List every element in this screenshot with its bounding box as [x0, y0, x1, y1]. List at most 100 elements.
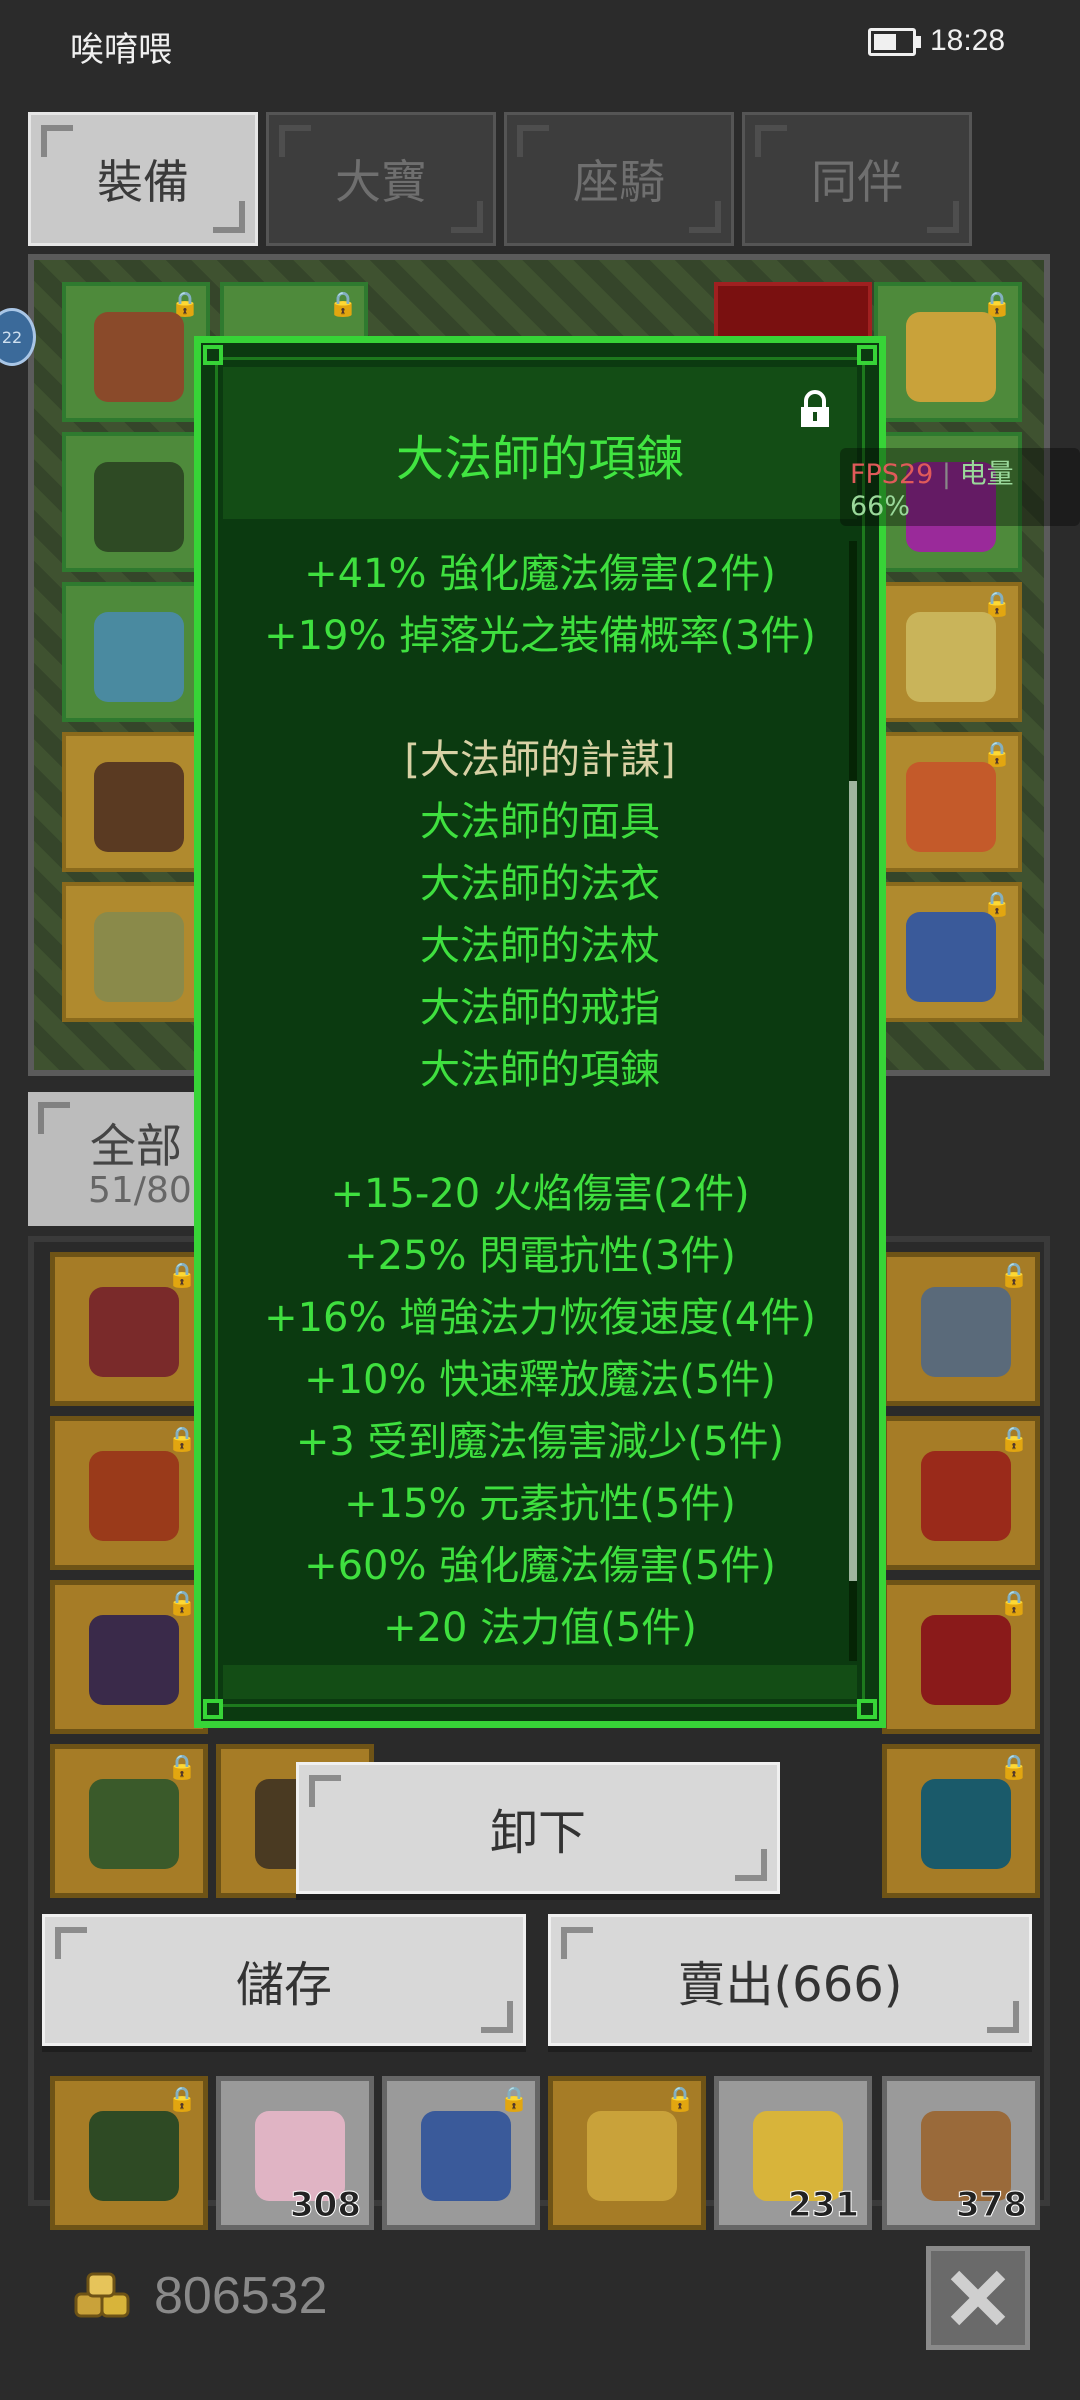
lock-icon: 🔒	[167, 1425, 197, 1453]
lock-icon: 🔒	[167, 2085, 197, 2113]
tooltip-line: +3 受到魔法傷害減少(5件)	[295, 1419, 785, 1465]
tooltip-line: +15% 元素抗性(5件)	[344, 1481, 736, 1527]
tooltip-line: +16% 增強法力恢復速度(4件)	[264, 1295, 816, 1341]
item-count: 308	[290, 2185, 362, 2226]
staff-item-icon	[94, 612, 184, 702]
tab-equipment[interactable]: 裝備	[28, 112, 258, 246]
tooltip-body: +41% 強化魔法傷害(2件) +19% 掉落光之裝備概率(3件) [大法師的計謀]…	[223, 543, 857, 1659]
glove-item-icon	[89, 1615, 179, 1705]
unequip-label: 卸下	[489, 1805, 586, 1861]
status-time: 18:28	[930, 24, 1006, 57]
tab-label: 座騎	[573, 155, 665, 209]
inventory-slot[interactable]: 231	[714, 2076, 872, 2230]
lock-icon: 🔒	[167, 1261, 197, 1289]
equip-slot-necklace[interactable]: 🔒	[874, 282, 1022, 422]
store-label: 儲存	[235, 1957, 332, 2013]
tab-treasure[interactable]: 大寶	[266, 112, 496, 246]
tooltip-set-name: [大法師的計謀]	[404, 737, 676, 783]
bow-item-icon	[89, 1451, 179, 1541]
item-count: 378	[956, 2185, 1028, 2226]
tab-mount[interactable]: 座騎	[504, 112, 734, 246]
sell-label: 賣出(666)	[677, 1957, 903, 2013]
inventory-slot[interactable]: 🔒	[50, 2076, 208, 2230]
inventory-slot[interactable]: 🔒	[50, 1252, 208, 1406]
tooltip-line: 大法師的項鍊	[420, 1047, 660, 1093]
mask-item-icon	[94, 312, 184, 402]
tab-label: 大寶	[335, 155, 427, 209]
tooltip-line: 大法師的面具	[420, 799, 660, 845]
tooltip-header: 大法師的項鍊	[223, 367, 857, 519]
card-item-icon	[421, 2111, 511, 2201]
fps-label: FPS29	[850, 459, 934, 490]
inventory-slot[interactable]: 308	[216, 2076, 374, 2230]
scrollbar-thumb[interactable]	[849, 781, 857, 1581]
lock-icon: 🔒	[999, 1753, 1029, 1781]
inventory-slot[interactable]: 🔒	[882, 1580, 1040, 1734]
equip-slot-pet[interactable]	[62, 882, 210, 1022]
tooltip-line: +25% 閃電抗性(3件)	[344, 1233, 736, 1279]
necklace-item-icon	[906, 312, 996, 402]
battery-icon	[868, 28, 921, 56]
book-item-icon	[906, 762, 996, 852]
tooltip-line: +10% 快速釋放魔法(5件)	[304, 1357, 776, 1403]
tooltip-line: 大法師的法杖	[420, 923, 660, 969]
inventory-slot[interactable]: 🔒	[548, 2076, 706, 2230]
lock-icon: 🔒	[999, 1589, 1029, 1617]
lock-icon: 🔒	[665, 2085, 695, 2113]
inventory-slot[interactable]: 378	[882, 2076, 1040, 2230]
equip-slot-helmet[interactable]: 🔒	[62, 282, 210, 422]
unequip-button[interactable]: 卸下	[296, 1762, 780, 1894]
filter-tab-all[interactable]: 全部 51/80	[28, 1092, 212, 1226]
tooltip-line: 大法師的戒指	[420, 985, 660, 1031]
tooltip-line: +15-20 火焰傷害(2件)	[330, 1171, 750, 1217]
tooltip-line: +60% 強化魔法傷害(5件)	[304, 1543, 776, 1589]
lock-icon: 🔒	[328, 290, 358, 318]
gold-coins-icon	[74, 2272, 130, 2318]
filter-count: 51/80	[88, 1170, 192, 1211]
bow-item-icon	[921, 1287, 1011, 1377]
tab-companion[interactable]: 同伴	[742, 112, 972, 246]
equip-slot-book[interactable]: 🔒	[874, 732, 1022, 872]
item-count: 231	[788, 2185, 860, 2226]
tooltip-line: +41% 強化魔法傷害(2件)	[304, 551, 776, 597]
tooltip-line: +20 法力值(5件)	[383, 1605, 697, 1651]
inventory-slot[interactable]: 🔒	[50, 1580, 208, 1734]
tooltip-title: 大法師的項鍊	[395, 431, 684, 487]
inventory-slot[interactable]: 🔒	[50, 1744, 208, 1898]
gauntlet-item-icon	[921, 1451, 1011, 1541]
lock-icon: 🔒	[999, 1261, 1029, 1289]
tab-label: 同伴	[811, 155, 903, 209]
tooltip-scrollbar[interactable]	[849, 541, 857, 1661]
close-icon	[950, 2270, 1006, 2326]
equip-slot-armor[interactable]	[62, 432, 210, 572]
equip-slot-card[interactable]: 🔒	[874, 882, 1022, 1022]
inventory-slot[interactable]: 🔒	[882, 1416, 1040, 1570]
close-button[interactable]	[926, 2246, 1030, 2350]
tooltip-line: +19% 掉落光之裝備概率(3件)	[264, 613, 816, 659]
inventory-slot[interactable]: 🔒	[882, 1252, 1040, 1406]
equip-slot-boots[interactable]	[62, 732, 210, 872]
boots-item-icon	[921, 1615, 1011, 1705]
store-button[interactable]: 儲存	[42, 1914, 526, 2046]
status-bar: 唉唷喂 18:28	[0, 0, 1080, 90]
tab-label: 裝備	[97, 155, 189, 209]
item-tooltip: 大法師的項鍊 +41% 強化魔法傷害(2件) +19% 掉落光之裝備概率(3件) […	[194, 336, 886, 1728]
status-title: 唉唷喂	[70, 30, 172, 70]
robe-item-icon	[94, 462, 184, 552]
equip-slot-scroll[interactable]: 🔒	[874, 582, 1022, 722]
inventory-slot[interactable]: 🔒	[882, 1744, 1040, 1898]
tooltip-spacer	[223, 667, 857, 729]
tooltip-line: 大法師的法衣	[420, 861, 660, 907]
lock-icon: 🔒	[167, 1753, 197, 1781]
sell-button[interactable]: 賣出(666)	[548, 1914, 1032, 2046]
lock-icon[interactable]	[795, 389, 835, 429]
tooltip-spacer	[223, 1101, 857, 1163]
inventory-slot[interactable]: 🔒	[50, 1416, 208, 1570]
boots-item-icon	[89, 1779, 179, 1869]
scroll-item-icon	[906, 612, 996, 702]
filter-label: 全部	[90, 1119, 182, 1173]
fps-overlay: FPS29 | 电量66%	[840, 448, 1080, 526]
inventory-slot[interactable]: 🔒	[382, 2076, 540, 2230]
equip-slot-weapon[interactable]	[62, 582, 210, 722]
staff-item-icon	[89, 1287, 179, 1377]
